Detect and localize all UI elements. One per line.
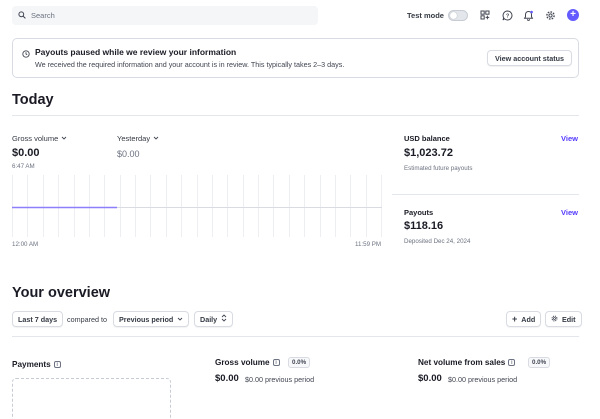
gross-volume-time: 6:47 AM bbox=[12, 163, 35, 170]
gross-volume-card-title: Gross volume i bbox=[215, 358, 280, 367]
test-mode-label: Test mode bbox=[407, 11, 444, 20]
banner-title: Payouts paused while we review your info… bbox=[35, 47, 237, 57]
add-widget-button[interactable]: + Add bbox=[506, 311, 542, 327]
plus-icon: + bbox=[512, 314, 518, 324]
net-volume-change-badge: 0.0% bbox=[528, 357, 551, 368]
interval-select[interactable]: Daily bbox=[194, 311, 234, 327]
payouts-value: $118.16 bbox=[404, 220, 444, 232]
gross-volume-change-badge: 0.0% bbox=[288, 357, 311, 368]
chevron-down-icon bbox=[177, 315, 183, 324]
gross-volume-card-value: $0.00 bbox=[215, 373, 239, 384]
search-bar[interactable] bbox=[12, 6, 318, 25]
info-icon[interactable]: i bbox=[272, 359, 280, 366]
edit-button-label: Edit bbox=[562, 314, 576, 324]
gross-volume-label: Gross volume bbox=[12, 134, 59, 143]
gross-volume-previous: $0.00 previous period bbox=[245, 375, 315, 384]
payments-card-title: Payments i bbox=[12, 360, 61, 369]
overview-heading: Your overview bbox=[12, 285, 111, 301]
create-plus-icon[interactable]: + bbox=[567, 9, 579, 21]
settings-gear-icon[interactable] bbox=[544, 9, 556, 21]
gear-icon bbox=[551, 315, 558, 324]
usd-balance-label: USD balance bbox=[404, 134, 450, 143]
payouts-subtext: Deposited Dec 24, 2024 bbox=[404, 238, 471, 245]
gross-volume-value: $0.00 bbox=[12, 147, 40, 159]
payments-card-placeholder bbox=[12, 378, 171, 419]
interval-value: Daily bbox=[200, 314, 218, 324]
help-icon[interactable]: ? bbox=[501, 9, 513, 21]
compare-period-value: Previous period bbox=[119, 314, 174, 324]
compare-period-select[interactable]: Previous period bbox=[113, 311, 190, 327]
usd-balance-value: $1,023.72 bbox=[404, 147, 453, 159]
gross-volume-selector[interactable]: Gross volume bbox=[12, 134, 67, 143]
today-heading: Today bbox=[12, 92, 54, 108]
yesterday-selector[interactable]: Yesterday bbox=[117, 134, 159, 143]
banner-description: We received the required information and… bbox=[35, 60, 345, 69]
search-icon bbox=[18, 10, 26, 21]
gross-volume-title-text: Gross volume bbox=[215, 358, 270, 367]
search-input[interactable] bbox=[31, 11, 311, 20]
overview-divider bbox=[12, 336, 579, 337]
top-bar: Test mode ? + bbox=[0, 0, 600, 32]
net-volume-card-title: Net volume from sales i bbox=[418, 358, 516, 367]
net-volume-previous: $0.00 previous period bbox=[448, 375, 518, 384]
usd-balance-subtext: Estimated future payouts bbox=[404, 165, 473, 172]
test-mode-toggle[interactable] bbox=[448, 10, 468, 21]
info-icon[interactable]: i bbox=[53, 361, 61, 368]
net-volume-title-text: Net volume from sales bbox=[418, 358, 506, 367]
apps-grid-icon[interactable] bbox=[479, 9, 491, 21]
svg-text:?: ? bbox=[505, 13, 509, 19]
notifications-bell-icon[interactable] bbox=[522, 9, 534, 21]
today-divider bbox=[12, 115, 579, 116]
chart-start-time-label: 12:00 AM bbox=[12, 241, 39, 248]
clock-icon bbox=[22, 50, 30, 60]
payments-title-text: Payments bbox=[12, 360, 51, 369]
compared-to-label: compared to bbox=[67, 315, 107, 324]
payouts-paused-banner: Payouts paused while we review your info… bbox=[12, 38, 579, 78]
chevron-down-icon bbox=[153, 134, 159, 143]
date-range-label: Last 7 days bbox=[18, 314, 58, 324]
yesterday-value: $0.00 bbox=[117, 149, 140, 159]
yesterday-label: Yesterday bbox=[117, 134, 151, 143]
view-account-status-button[interactable]: View account status bbox=[487, 50, 572, 66]
usd-balance-view-link[interactable]: View bbox=[561, 134, 578, 143]
payouts-label: Payouts bbox=[404, 208, 434, 217]
up-down-chevron-icon bbox=[221, 314, 227, 324]
chart-end-time-label: 11:59 PM bbox=[355, 241, 382, 248]
chevron-down-icon bbox=[61, 134, 67, 143]
net-volume-card-value: $0.00 bbox=[418, 373, 442, 384]
balance-divider bbox=[392, 194, 579, 195]
info-icon[interactable]: i bbox=[508, 359, 516, 366]
payouts-view-link[interactable]: View bbox=[561, 208, 578, 217]
add-button-label: Add bbox=[521, 314, 536, 324]
date-range-button[interactable]: Last 7 days bbox=[12, 311, 64, 327]
today-gross-volume-chart bbox=[12, 175, 382, 237]
edit-widgets-button[interactable]: Edit bbox=[545, 311, 582, 327]
